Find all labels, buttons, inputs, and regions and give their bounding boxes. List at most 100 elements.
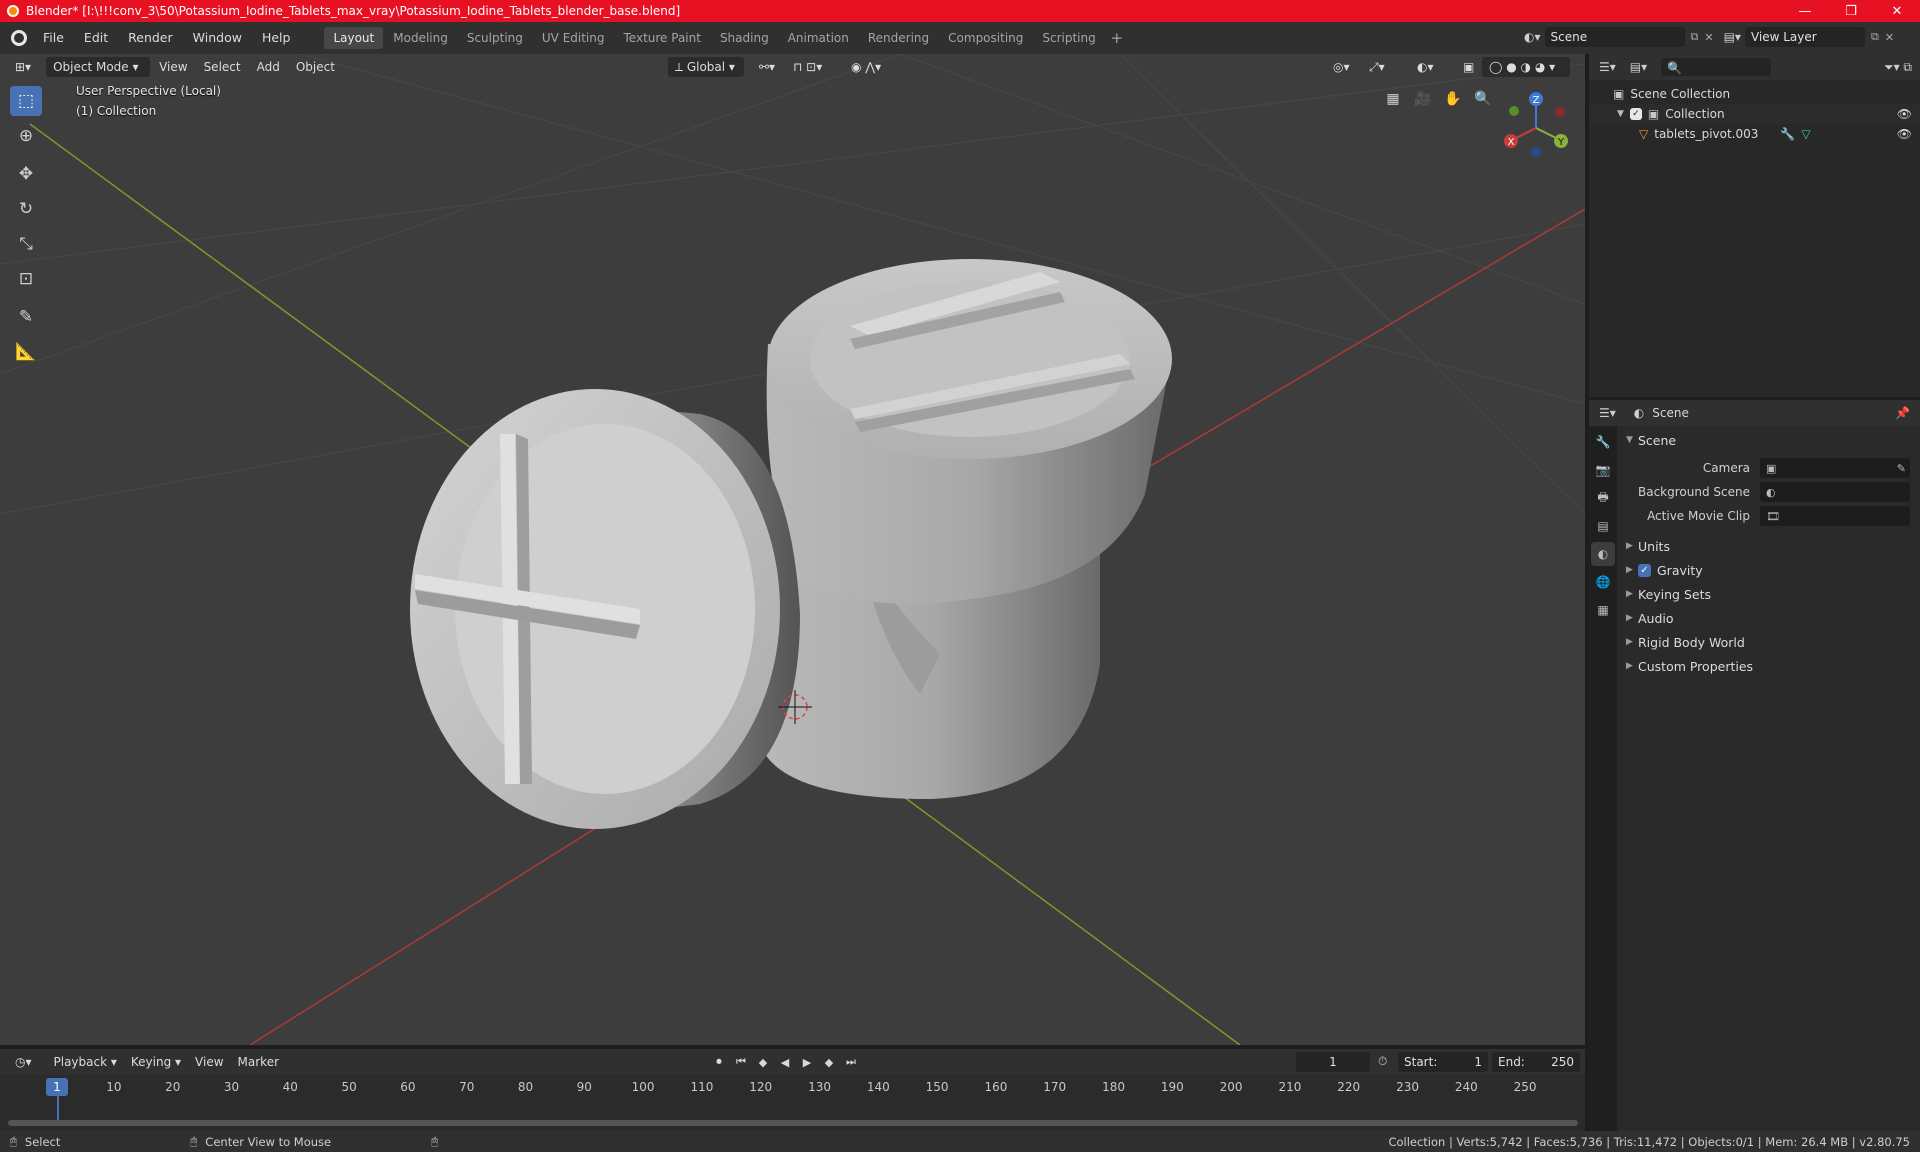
- output-tab-icon[interactable]: 🖶: [1591, 486, 1615, 510]
- gizmo-toggle-icon[interactable]: ⤢▾: [1362, 57, 1392, 77]
- toggle-camera-grid-icon[interactable]: ▦: [1380, 86, 1406, 112]
- background-scene-field[interactable]: ◐: [1760, 482, 1910, 502]
- menu-select[interactable]: Select: [197, 57, 248, 77]
- menu-window[interactable]: Window: [183, 27, 252, 49]
- timeline-scrollbar[interactable]: [8, 1120, 1578, 1126]
- prev-keyframe-icon[interactable]: ◆: [754, 1053, 772, 1071]
- record-icon[interactable]: ⏺: [710, 1053, 728, 1071]
- view-layer-tab-icon[interactable]: ▤: [1591, 514, 1615, 538]
- eyedropper-icon[interactable]: ✎: [1897, 462, 1906, 475]
- new-view-layer-icon[interactable]: ⧉: [1871, 30, 1879, 44]
- active-movie-clip-field[interactable]: 🎞: [1760, 506, 1910, 526]
- cursor-tool-icon[interactable]: ⊕: [10, 121, 42, 151]
- render-tab-icon[interactable]: 📷: [1591, 458, 1615, 482]
- menu-file[interactable]: File: [33, 27, 74, 49]
- eye-icon[interactable]: 👁: [1897, 107, 1912, 121]
- units-section[interactable]: ▶ Units: [1620, 534, 1920, 558]
- proportional-edit-icon[interactable]: ◉ ⋀▾: [844, 57, 888, 77]
- scrollbar-thumb[interactable]: [8, 1120, 1578, 1126]
- zoom-icon[interactable]: 🔍: [1470, 86, 1496, 112]
- blender-menu-icon[interactable]: [11, 30, 27, 46]
- scene-tab-icon[interactable]: ◐: [1591, 542, 1615, 566]
- camera-view-icon[interactable]: 🎥: [1410, 86, 1436, 112]
- view-layer-field[interactable]: View Layer: [1744, 27, 1865, 47]
- shading-modes[interactable]: ◯ ● ◑ ◕ ▾: [1482, 57, 1570, 77]
- visibility-icon[interactable]: ◎▾: [1326, 57, 1357, 77]
- scene-panel-header[interactable]: ▼ Scene: [1620, 428, 1920, 452]
- mode-dropdown[interactable]: Object Mode ▾: [46, 57, 151, 77]
- play-reverse-icon[interactable]: ◀: [776, 1053, 794, 1071]
- collection-checkbox[interactable]: ✓: [1629, 108, 1642, 120]
- close-button[interactable]: ✕: [1874, 0, 1920, 22]
- tab-sculpting[interactable]: Sculpting: [458, 27, 532, 49]
- annotate-tool-icon[interactable]: ✎: [10, 302, 42, 332]
- timeline-editor-icon[interactable]: ◷▾: [8, 1052, 39, 1072]
- jump-start-icon[interactable]: ⏮: [732, 1053, 750, 1071]
- tab-animation[interactable]: Animation: [779, 27, 858, 49]
- pivot-icon[interactable]: ⚯▾: [752, 57, 782, 77]
- current-frame-field[interactable]: 1: [1296, 1052, 1370, 1072]
- play-icon[interactable]: ▶: [798, 1053, 816, 1071]
- orientation-dropdown[interactable]: ⟂ Global ▾: [668, 57, 744, 77]
- menu-edit[interactable]: Edit: [74, 27, 118, 49]
- outliner-search-input[interactable]: 🔍: [1661, 58, 1772, 76]
- stopwatch-icon[interactable]: ⏱: [1378, 1054, 1387, 1069]
- audio-section[interactable]: ▶ Audio: [1620, 606, 1920, 630]
- outliner-row-object[interactable]: ▽ tablets_pivot.003 🔧 ▽ 👁: [1589, 124, 1920, 144]
- menu-help[interactable]: Help: [252, 27, 301, 49]
- world-tab-icon[interactable]: 🌐: [1591, 570, 1615, 594]
- custom-properties-section[interactable]: ▶ Custom Properties: [1620, 654, 1920, 678]
- snap-icon[interactable]: ⊓ ⊡▾: [786, 57, 829, 77]
- tab-compositing[interactable]: Compositing: [939, 27, 1032, 49]
- xray-icon[interactable]: ▣: [1456, 57, 1481, 77]
- keying-sets-section[interactable]: ▶ Keying Sets: [1620, 582, 1920, 606]
- gravity-checkbox[interactable]: ✓: [1638, 563, 1651, 577]
- tab-rendering[interactable]: Rendering: [859, 27, 938, 49]
- texture-tab-icon[interactable]: ▦: [1591, 598, 1615, 622]
- eye-icon[interactable]: 👁: [1897, 127, 1912, 141]
- pan-hand-icon[interactable]: ✋: [1440, 86, 1466, 112]
- menu-add[interactable]: Add: [250, 57, 287, 77]
- editor-type-icon[interactable]: ⊞▾: [8, 57, 38, 77]
- measure-tool-icon[interactable]: 📐: [10, 337, 42, 367]
- tab-uv-editing[interactable]: UV Editing: [533, 27, 614, 49]
- end-frame-field[interactable]: End: 250: [1492, 1052, 1580, 1072]
- maximize-button[interactable]: ❐: [1828, 0, 1874, 22]
- display-mode-icon[interactable]: ▤▾: [1630, 60, 1647, 74]
- pin-icon[interactable]: 📌: [1895, 406, 1910, 420]
- select-box-tool-icon[interactable]: ⬚: [10, 86, 42, 116]
- new-scene-icon[interactable]: ⧉: [1691, 30, 1699, 44]
- menu-render[interactable]: Render: [118, 27, 183, 49]
- remove-view-layer-icon[interactable]: ✕: [1885, 31, 1894, 44]
- outliner-row-collection[interactable]: ▼ ✓ ▣ Collection 👁: [1589, 104, 1920, 124]
- outliner-editor-icon[interactable]: ☰▾: [1599, 60, 1616, 74]
- properties-editor-icon[interactable]: ☰▾: [1599, 406, 1616, 420]
- scene-field[interactable]: Scene: [1544, 27, 1685, 47]
- tab-modeling[interactable]: Modeling: [384, 27, 457, 49]
- navigation-gizmo[interactable]: Z Y X: [1496, 86, 1576, 166]
- rotate-tool-icon[interactable]: ↻: [10, 194, 42, 224]
- remove-scene-icon[interactable]: ✕: [1704, 31, 1713, 44]
- playback-menu[interactable]: Playback ▾: [47, 1052, 124, 1072]
- tab-texture-paint[interactable]: Texture Paint: [615, 27, 710, 49]
- camera-field[interactable]: ▣ ✎: [1760, 458, 1910, 478]
- start-frame-field[interactable]: Start: 1: [1398, 1052, 1488, 1072]
- tab-layout[interactable]: Layout: [324, 27, 384, 49]
- gravity-section[interactable]: ▶ ✓ Gravity: [1620, 558, 1920, 582]
- 3d-viewport[interactable]: [0, 54, 1585, 1045]
- next-keyframe-icon[interactable]: ◆: [820, 1053, 838, 1071]
- scale-tool-icon[interactable]: ⤡: [10, 229, 42, 259]
- move-tool-icon[interactable]: ✥: [10, 159, 42, 189]
- jump-end-icon[interactable]: ⏭: [842, 1053, 860, 1071]
- add-workspace-button[interactable]: +: [1106, 27, 1128, 49]
- filter-icon[interactable]: ⏷▾ ⧉: [1884, 60, 1912, 75]
- menu-view[interactable]: View: [152, 57, 194, 77]
- overlays-icon[interactable]: ◐▾: [1410, 57, 1441, 77]
- menu-object[interactable]: Object: [289, 57, 342, 77]
- minimize-button[interactable]: —: [1782, 0, 1828, 22]
- timeline-view-menu[interactable]: View: [188, 1052, 230, 1072]
- tool-tab-icon[interactable]: 🔧: [1591, 430, 1615, 454]
- expand-arrow-icon[interactable]: ▼: [1617, 109, 1624, 119]
- marker-menu[interactable]: Marker: [231, 1052, 286, 1072]
- tab-scripting[interactable]: Scripting: [1033, 27, 1104, 49]
